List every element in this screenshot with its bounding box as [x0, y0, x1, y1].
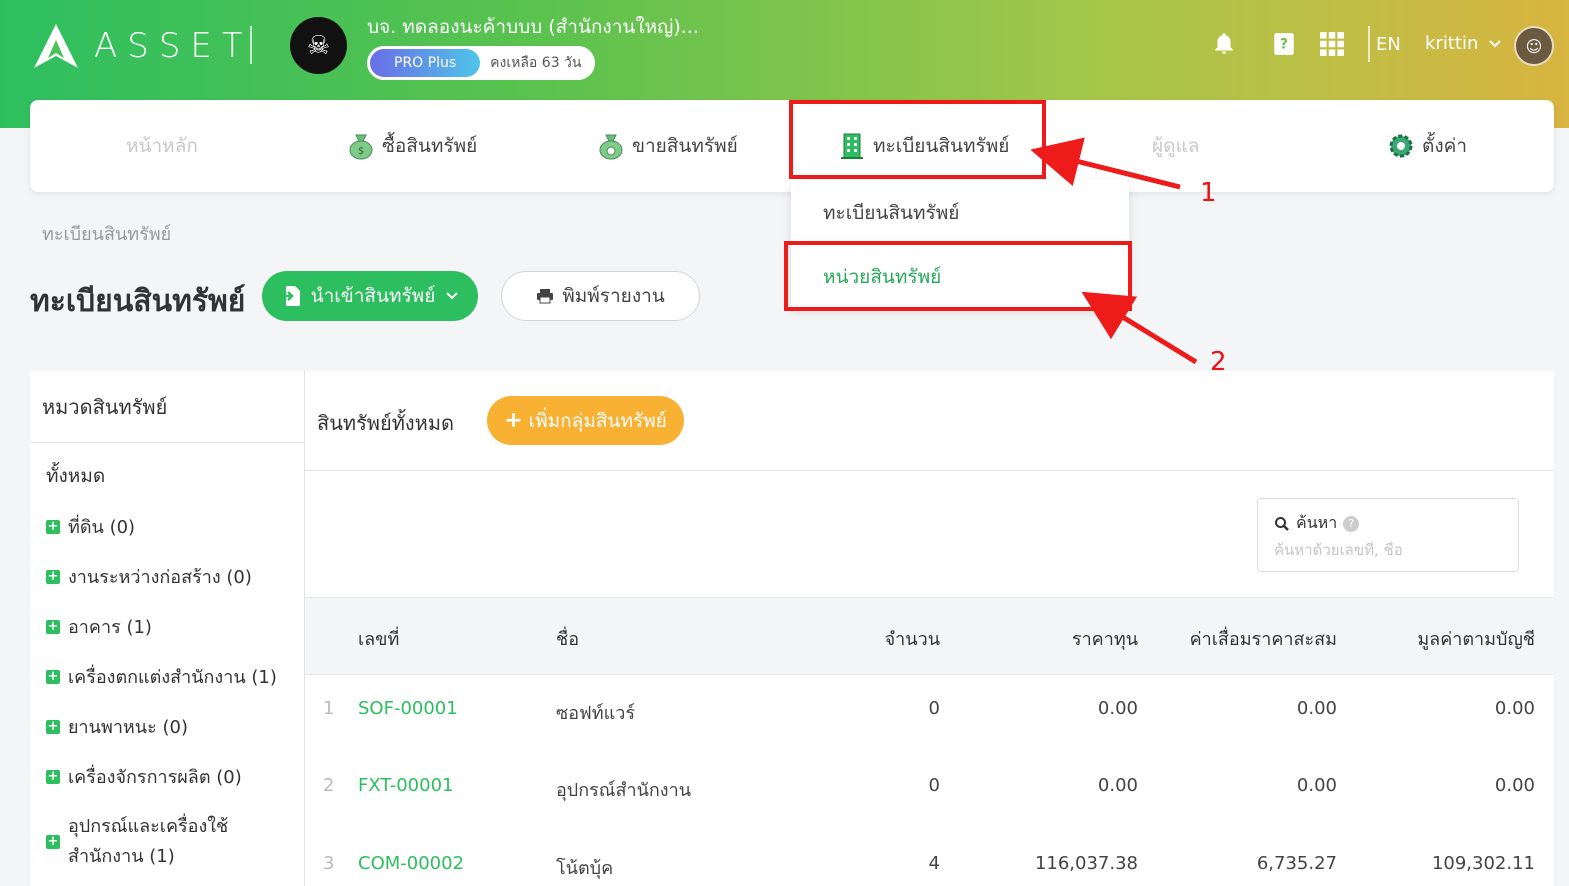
category-item[interactable]: + ที่ดิน (0) — [46, 512, 135, 541]
asset-cost: 0.00 — [1097, 775, 1138, 796]
asset-name: โน้ตบุ้ค — [556, 858, 614, 879]
category-item[interactable]: + เครื่องจักรการผลิต (0) — [46, 762, 242, 791]
search-box: ค้นหา ? — [1257, 498, 1519, 572]
category-label: ยานพาหนะ (0) — [68, 717, 188, 738]
row-index: 3 — [323, 853, 335, 874]
column-header-quantity[interactable]: จำนวน — [865, 624, 940, 653]
column-header-cost[interactable]: ราคาทุน — [1018, 624, 1138, 653]
add-asset-group-button[interactable]: + เพิ่มกลุ่มสินทรัพย์ — [487, 396, 684, 445]
category-item[interactable]: + อาคาร (1) — [46, 612, 152, 641]
asset-cost: 0.00 — [1097, 698, 1138, 719]
expand-plus-icon[interactable]: + — [46, 519, 60, 534]
column-header-number[interactable]: เลขที่ — [358, 624, 399, 653]
expand-plus-icon[interactable]: + — [46, 619, 60, 634]
asset-code-link[interactable]: COM-00002 — [358, 853, 464, 874]
category-label: อุปกรณ์และเครื่องใช้สำนักงาน (1) — [68, 816, 229, 867]
search-label: ค้นหา — [1296, 513, 1338, 532]
asset-depreciation: 6,735.27 — [1256, 853, 1337, 874]
asset-name: ซอฟท์แวร์ — [556, 703, 636, 724]
search-icon — [1275, 516, 1289, 531]
import-assets-button[interactable]: นำเข้าสินทรัพย์ — [262, 271, 478, 321]
asset-depreciation: 0.00 — [1296, 775, 1337, 796]
print-report-label: พิมพ์รายงาน — [562, 285, 665, 307]
category-label: ที่ดิน (0) — [68, 517, 136, 538]
category-all[interactable]: ทั้งหมด — [46, 461, 105, 491]
asset-quantity: 4 — [928, 853, 940, 874]
add-asset-group-label: เพิ่มกลุ่มสินทรัพย์ — [528, 409, 667, 432]
printer-icon — [537, 289, 554, 304]
assets-panel: สินทรัพย์ทั้งหมด + เพิ่มกลุ่มสินทรัพย์ ค… — [305, 371, 1554, 886]
assets-title: สินทรัพย์ทั้งหมด — [317, 411, 455, 435]
annotation-label-1: 1 — [1200, 178, 1217, 208]
category-item[interactable]: + ยานพาหนะ (0) — [46, 712, 188, 741]
expand-plus-icon[interactable]: + — [46, 719, 60, 734]
search-input[interactable] — [1274, 541, 1504, 559]
import-file-icon — [281, 286, 300, 306]
column-header-book-value[interactable]: มูลค่าตามบัญชี — [1365, 624, 1535, 653]
category-panel: หมวดสินทรัพย์ ทั้งหมด + ที่ดิน (0) + งานระ… — [30, 371, 305, 886]
category-label: เครื่องจักรการผลิต (0) — [68, 767, 242, 788]
print-report-button[interactable]: พิมพ์รายงาน — [501, 271, 700, 321]
expand-plus-icon[interactable]: + — [46, 835, 60, 849]
asset-book-value: 0.00 — [1494, 698, 1535, 719]
import-assets-label: นำเข้าสินทรัพย์ — [310, 285, 436, 307]
row-index: 1 — [323, 698, 335, 719]
page-title: ทะเบียนสินทรัพย์ — [30, 284, 246, 319]
category-label: งานระหว่างก่อสร้าง (0) — [68, 567, 252, 588]
asset-cost: 116,037.38 — [1034, 853, 1138, 874]
asset-quantity: 0 — [928, 775, 940, 796]
expand-plus-icon[interactable]: + — [46, 669, 60, 684]
category-item[interactable]: + อุปกรณ์และเครื่องใช้สำนักงาน (1) — [46, 812, 276, 872]
asset-depreciation: 0.00 — [1296, 698, 1337, 719]
category-item[interactable]: + งานระหว่างก่อสร้าง (0) — [46, 562, 252, 591]
asset-quantity: 0 — [928, 698, 940, 719]
asset-book-value: 109,302.11 — [1431, 853, 1535, 874]
expand-plus-icon[interactable]: + — [46, 569, 60, 584]
category-item[interactable]: + เครื่องตกแต่งสำนักงาน (1) — [46, 662, 277, 691]
help-circle-icon[interactable]: ? — [1343, 515, 1360, 532]
asset-code-link[interactable]: FXT-00001 — [358, 775, 453, 796]
asset-name: อุปกรณ์สำนักงาน — [556, 780, 691, 801]
table-header: เลขที่ ชื่อ จำนวน ราคาทุน ค่าเสื่อมราคาส… — [305, 597, 1554, 675]
search-label-row: ค้นหา ? — [1274, 511, 1360, 536]
row-index: 2 — [323, 775, 335, 796]
breadcrumb[interactable]: ทะเบียนสินทรัพย์ — [42, 219, 171, 248]
chevron-down-icon — [446, 292, 459, 300]
category-label: อาคาร (1) — [68, 617, 152, 638]
category-heading: หมวดสินทรัพย์ — [30, 371, 304, 443]
asset-book-value: 0.00 — [1494, 775, 1535, 796]
annotation-arrow-2 — [1081, 291, 1198, 365]
expand-plus-icon[interactable]: + — [46, 769, 60, 784]
plus-icon: + — [504, 408, 523, 433]
annotation-arrow-1 — [1030, 137, 1181, 190]
asset-code-link[interactable]: SOF-00001 — [358, 698, 458, 719]
category-label: เครื่องตกแต่งสำนักงาน (1) — [68, 667, 277, 688]
assets-panel-header: สินทรัพย์ทั้งหมด + เพิ่มกลุ่มสินทรัพย์ — [305, 371, 1554, 471]
column-header-name[interactable]: ชื่อ — [556, 624, 579, 653]
column-header-depreciation[interactable]: ค่าเสื่อมราคาสะสม — [1167, 624, 1337, 653]
